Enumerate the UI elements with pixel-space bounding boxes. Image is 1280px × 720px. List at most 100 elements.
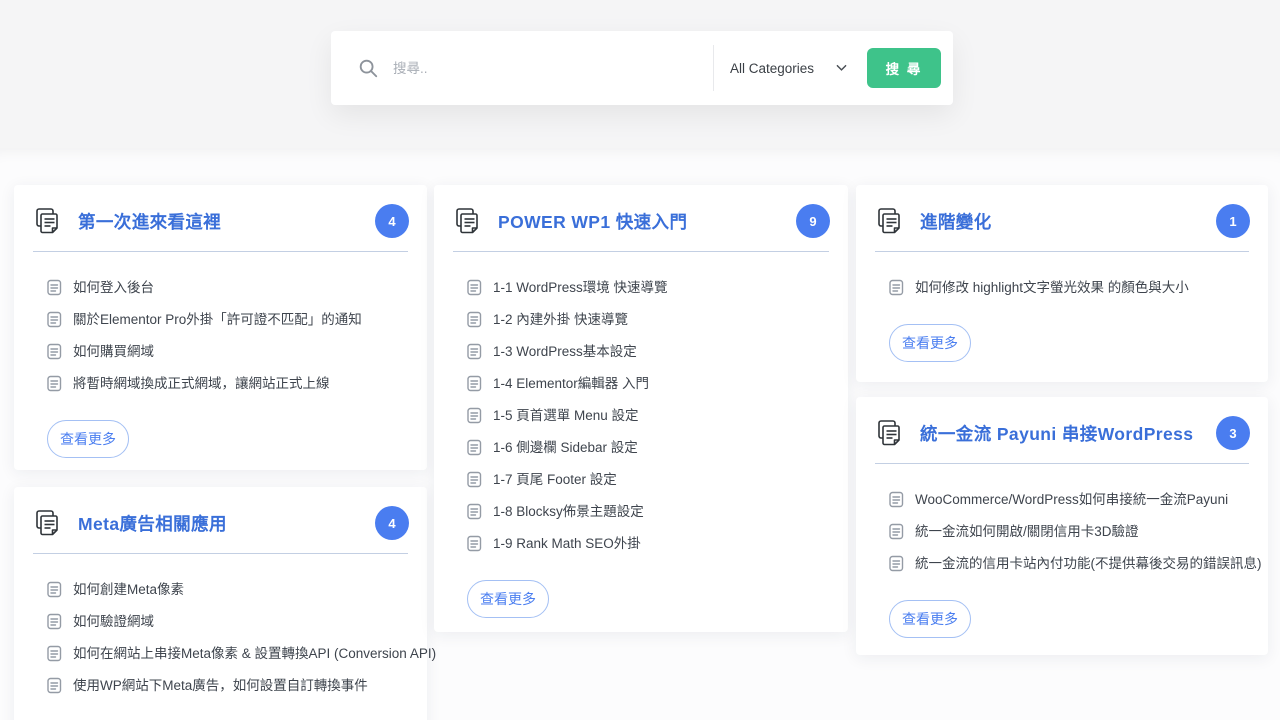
- search-bar: All Categories 搜 尋: [331, 31, 953, 105]
- document-icon: [467, 471, 482, 488]
- article-title: 如何購買網域: [73, 344, 154, 360]
- article-count-badge: 9: [796, 204, 830, 238]
- document-icon: [47, 581, 62, 598]
- article-title: 1-5 頁首選單 Menu 設定: [493, 408, 639, 424]
- article-list-item[interactable]: 1-8 Blocksy佈景主題設定: [467, 503, 830, 520]
- article-list-item[interactable]: 關於Elementor Pro外掛「許可證不匹配」的通知: [47, 311, 409, 328]
- document-icon: [47, 375, 62, 392]
- article-count-badge: 1: [1216, 204, 1250, 238]
- card-title[interactable]: Meta廣告相關應用: [78, 511, 227, 536]
- article-title: 關於Elementor Pro外掛「許可證不匹配」的通知: [73, 312, 362, 328]
- article-title: 如何修改 highlight文字螢光效果 的顏色與大小: [915, 280, 1189, 296]
- article-list-item[interactable]: 1-2 內建外掛 快速導覽: [467, 311, 830, 328]
- article-list-item[interactable]: 1-9 Rank Math SEO外掛: [467, 535, 830, 552]
- document-pages-icon: [875, 207, 905, 235]
- category-card: 第一次進來看這裡 4 如何登入後台 關於Elementor Pro外掛「許可證不…: [14, 185, 427, 470]
- article-list-item[interactable]: 統一金流的信用卡站內付功能(不提供幕後交易的錯誤訊息): [889, 555, 1250, 572]
- card-header: POWER WP1 快速入門 9: [434, 185, 848, 238]
- article-list-item[interactable]: 1-6 側邊欄 Sidebar 設定: [467, 439, 830, 456]
- document-icon: [47, 645, 62, 662]
- view-more-button[interactable]: 查看更多: [467, 580, 549, 618]
- document-icon: [47, 613, 62, 630]
- article-title: 1-4 Elementor編輯器 入門: [493, 376, 649, 392]
- document-icon: [467, 279, 482, 296]
- article-list-item[interactable]: 1-4 Elementor編輯器 入門: [467, 375, 830, 392]
- article-count-badge: 4: [375, 506, 409, 540]
- article-title: 統一金流的信用卡站內付功能(不提供幕後交易的錯誤訊息): [915, 556, 1262, 572]
- article-title: 1-2 內建外掛 快速導覽: [493, 312, 628, 328]
- article-title: 1-3 WordPress基本設定: [493, 344, 637, 360]
- category-card: 統一金流 Payuni 串接WordPress 3 WooCommerce/Wo…: [856, 397, 1268, 655]
- article-title: 1-9 Rank Math SEO外掛: [493, 536, 641, 552]
- article-list-item[interactable]: WooCommerce/WordPress如何串接統一金流Payuni: [889, 491, 1250, 508]
- card-header: 統一金流 Payuni 串接WordPress 3: [856, 397, 1268, 450]
- card-title[interactable]: 第一次進來看這裡: [78, 209, 221, 234]
- document-pages-icon: [33, 207, 63, 235]
- chevron-down-icon: [836, 64, 847, 72]
- article-title: WooCommerce/WordPress如何串接統一金流Payuni: [915, 492, 1228, 508]
- card-title[interactable]: 統一金流 Payuni 串接WordPress: [920, 421, 1193, 446]
- card-header: 進階變化 1: [856, 185, 1268, 238]
- search-submit-button[interactable]: 搜 尋: [867, 48, 941, 88]
- category-card: Meta廣告相關應用 4 如何創建Meta像素 如何驗證網域: [14, 487, 427, 720]
- article-title: 1-6 側邊欄 Sidebar 設定: [493, 440, 638, 456]
- card-header: Meta廣告相關應用 4: [14, 487, 427, 540]
- category-dropdown[interactable]: All Categories: [714, 61, 867, 76]
- article-list-item[interactable]: 使用WP網站下Meta廣告，如何設置自訂轉換事件: [47, 677, 409, 694]
- article-list-item[interactable]: 1-1 WordPress環境 快速導覽: [467, 279, 830, 296]
- article-title: 1-1 WordPress環境 快速導覽: [493, 280, 668, 296]
- article-list-item[interactable]: 1-5 頁首選單 Menu 設定: [467, 407, 830, 424]
- document-pages-icon: [33, 509, 63, 537]
- article-count-badge: 4: [375, 204, 409, 238]
- article-list: 1-1 WordPress環境 快速導覽 1-2 內建外掛 快速導覽 1-3 W…: [434, 252, 848, 552]
- article-list-item[interactable]: 將暫時網域換成正式網域，讓網站正式上線: [47, 375, 409, 392]
- article-title: 如何在網站上串接Meta像素 & 設置轉換API (Conversion API…: [73, 646, 436, 662]
- document-icon: [47, 677, 62, 694]
- document-icon: [467, 439, 482, 456]
- document-icon: [47, 279, 62, 296]
- article-list-item[interactable]: 如何修改 highlight文字螢光效果 的顏色與大小: [889, 279, 1250, 296]
- document-icon: [467, 311, 482, 328]
- view-more-button[interactable]: 查看更多: [889, 324, 971, 362]
- article-title: 將暫時網域換成正式網域，讓網站正式上線: [73, 376, 330, 392]
- document-pages-icon: [453, 207, 483, 235]
- article-list: 如何登入後台 關於Elementor Pro外掛「許可證不匹配」的通知 如何購買…: [14, 252, 427, 392]
- article-title: 1-8 Blocksy佈景主題設定: [493, 504, 644, 520]
- document-icon: [47, 343, 62, 360]
- article-list-item[interactable]: 1-7 頁尾 Footer 設定: [467, 471, 830, 488]
- article-list-item[interactable]: 1-3 WordPress基本設定: [467, 343, 830, 360]
- article-list-item[interactable]: 統一金流如何開啟/關閉信用卡3D驗證: [889, 523, 1250, 540]
- article-list-item[interactable]: 如何驗證網域: [47, 613, 409, 630]
- article-title: 如何創建Meta像素: [73, 582, 184, 598]
- document-icon: [467, 503, 482, 520]
- article-title: 如何驗證網域: [73, 614, 154, 630]
- article-title: 使用WP網站下Meta廣告，如何設置自訂轉換事件: [73, 678, 368, 694]
- card-title[interactable]: 進階變化: [920, 209, 992, 234]
- document-icon: [467, 535, 482, 552]
- view-more-button[interactable]: 查看更多: [889, 600, 971, 638]
- article-list: 如何修改 highlight文字螢光效果 的顏色與大小: [856, 252, 1268, 296]
- category-dropdown-label: All Categories: [730, 61, 814, 76]
- search-input[interactable]: [393, 61, 713, 76]
- document-icon: [467, 343, 482, 360]
- view-more-button[interactable]: 查看更多: [47, 420, 129, 458]
- article-list-item[interactable]: 如何在網站上串接Meta像素 & 設置轉換API (Conversion API…: [47, 645, 409, 662]
- article-list-item[interactable]: 如何創建Meta像素: [47, 581, 409, 598]
- document-icon: [889, 555, 904, 572]
- article-count-badge: 3: [1216, 416, 1250, 450]
- search-icon: [357, 57, 379, 79]
- category-card: POWER WP1 快速入門 9 1-1 WordPress環境 快速導覽 1-…: [434, 185, 848, 632]
- article-list: 如何創建Meta像素 如何驗證網域 如何在網站上串接Meta像素 & 設置轉換A…: [14, 554, 427, 694]
- document-pages-icon: [875, 419, 905, 447]
- article-list-item[interactable]: 如何購買網域: [47, 343, 409, 360]
- article-title: 統一金流如何開啟/關閉信用卡3D驗證: [915, 524, 1139, 540]
- document-icon: [889, 279, 904, 296]
- article-title: 1-7 頁尾 Footer 設定: [493, 472, 617, 488]
- card-title[interactable]: POWER WP1 快速入門: [498, 209, 687, 234]
- category-card: 進階變化 1 如何修改 highlight文字螢光效果 的顏色與大小 查看更多: [856, 185, 1268, 382]
- document-icon: [889, 491, 904, 508]
- article-list-item[interactable]: 如何登入後台: [47, 279, 409, 296]
- article-list: WooCommerce/WordPress如何串接統一金流Payuni 統一金流…: [856, 464, 1268, 572]
- card-header: 第一次進來看這裡 4: [14, 185, 427, 238]
- article-title: 如何登入後台: [73, 280, 154, 296]
